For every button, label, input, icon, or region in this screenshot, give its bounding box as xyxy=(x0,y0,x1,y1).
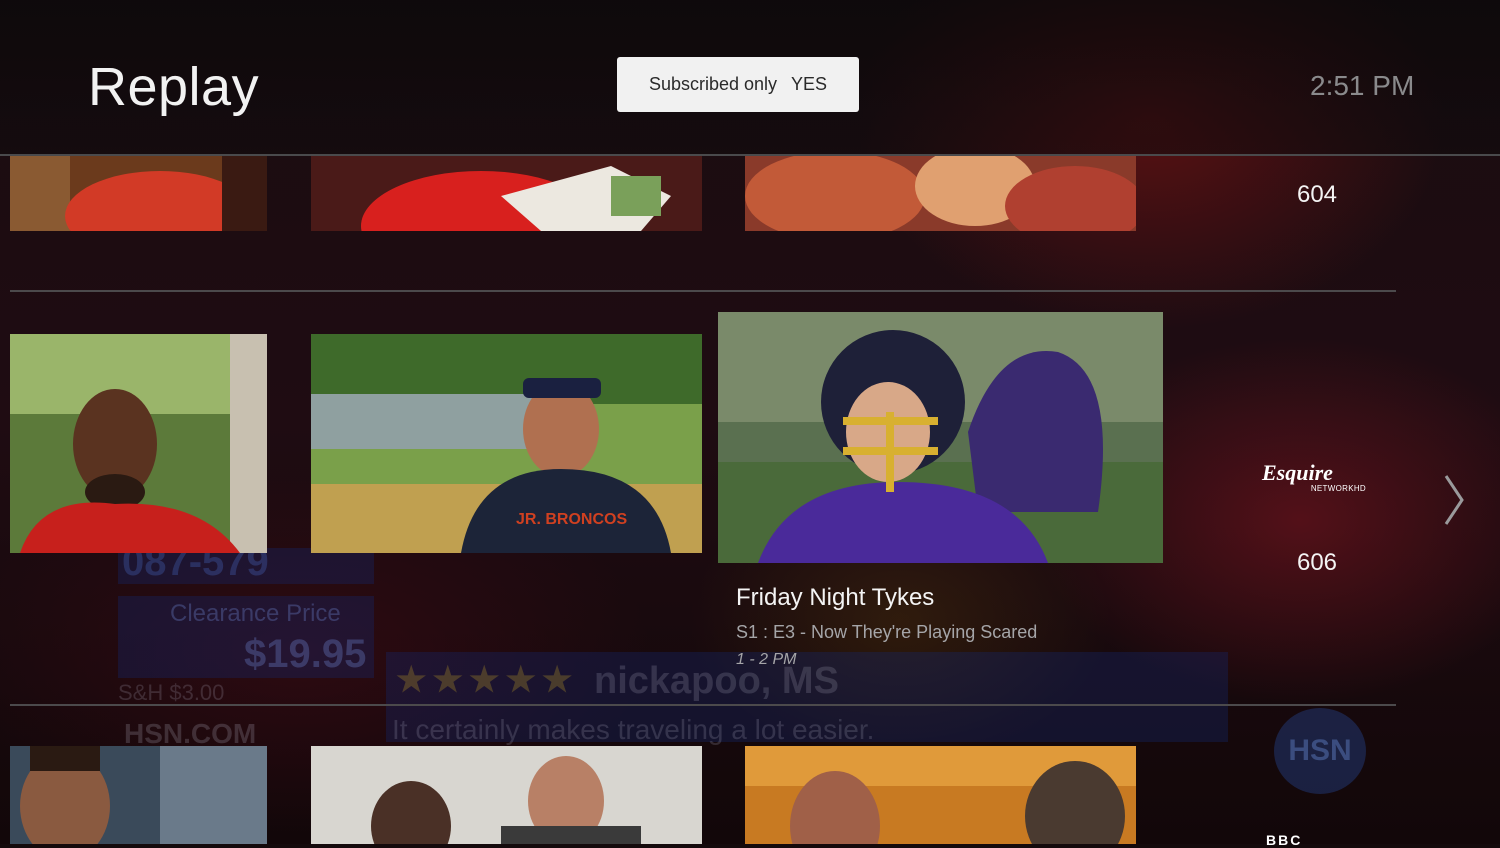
program-tile[interactable]: JR. BRONCOS xyxy=(311,334,702,553)
thumbnail-image xyxy=(718,312,1163,563)
ghost-quote: It certainly makes traveling a lot easie… xyxy=(392,714,875,745)
channel-logo-bbc: BBC xyxy=(1266,832,1303,848)
thumbnail-image xyxy=(745,746,1136,844)
program-tile[interactable] xyxy=(311,156,702,231)
program-tile[interactable] xyxy=(10,334,267,553)
channel-logo-text: Esquire xyxy=(1262,460,1333,485)
thumbnail-image xyxy=(10,746,267,844)
channel-number: 606 xyxy=(1296,549,1338,576)
program-tile[interactable] xyxy=(745,746,1136,844)
row-divider xyxy=(10,704,1396,706)
program-tile[interactable] xyxy=(745,156,1136,231)
header-divider xyxy=(0,154,1500,156)
thumbnail-image xyxy=(745,156,1136,231)
focused-program-info: Friday Night Tykes S1 : E3 - Now They're… xyxy=(736,584,1037,669)
page-title: Replay xyxy=(88,57,260,117)
thumbnail-image xyxy=(311,746,702,844)
program-episode: S1 : E3 - Now They're Playing Scared xyxy=(736,622,1038,642)
program-tile[interactable] xyxy=(311,746,702,844)
channel-logo-esquire: Esquire NETWORKHD xyxy=(1262,460,1372,494)
toggle-value: YES xyxy=(791,74,828,94)
thumbnail-image xyxy=(10,156,267,231)
program-tile-focused[interactable] xyxy=(718,312,1163,563)
thumbnail-image: JR. BRONCOS xyxy=(311,334,702,553)
header-bar: Replay Subscribed only YES 2:51 PM xyxy=(0,0,1500,154)
thumbnail-image xyxy=(311,156,702,231)
svg-text:JR. BRONCOS: JR. BRONCOS xyxy=(516,511,627,528)
chevron-right-icon[interactable] xyxy=(1440,470,1468,530)
subscribed-only-toggle[interactable]: Subscribed only YES xyxy=(617,57,859,112)
program-title: Friday Night Tykes xyxy=(736,584,935,611)
ghost-stars: ★★★★★ xyxy=(396,661,579,699)
clock: 2:51 PM xyxy=(1310,70,1415,101)
program-tile[interactable] xyxy=(10,746,267,844)
toggle-label: Subscribed only xyxy=(648,74,778,94)
ghost-hsn-logo: HSN xyxy=(1274,708,1366,794)
thumbnail-image xyxy=(10,334,267,553)
program-tile[interactable] xyxy=(10,156,267,231)
program-time: 1 - 2 PM xyxy=(736,651,797,668)
channel-logo-subtext: NETWORKHD xyxy=(1310,484,1366,493)
ghost-price: $19.95 xyxy=(244,632,367,676)
ghost-shipping: S&H $3.00 xyxy=(118,680,225,705)
row-divider xyxy=(10,290,1396,292)
channel-number: 604 xyxy=(1296,181,1338,208)
ghost-clearance-label: Clearance Price xyxy=(170,600,341,627)
